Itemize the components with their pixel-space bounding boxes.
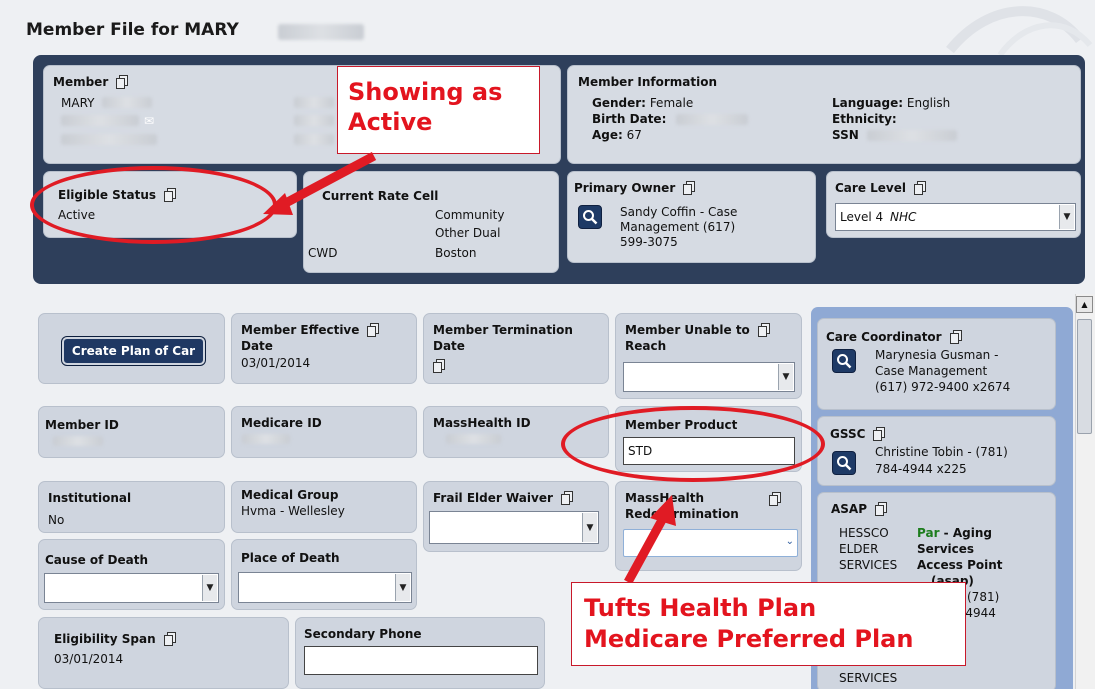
tufts-plan-callout: Tufts Health Plan Medicare Preferred Pla…: [571, 582, 966, 666]
callout-arrow-product: [624, 517, 666, 585]
callout-line2: Medicare Preferred Plan: [584, 625, 914, 653]
callout-arrow-active: [279, 152, 377, 209]
callout-line1: Tufts Health Plan: [584, 594, 817, 622]
arrow-head-icon: [263, 193, 293, 215]
arrow-head-icon: [650, 495, 676, 526]
